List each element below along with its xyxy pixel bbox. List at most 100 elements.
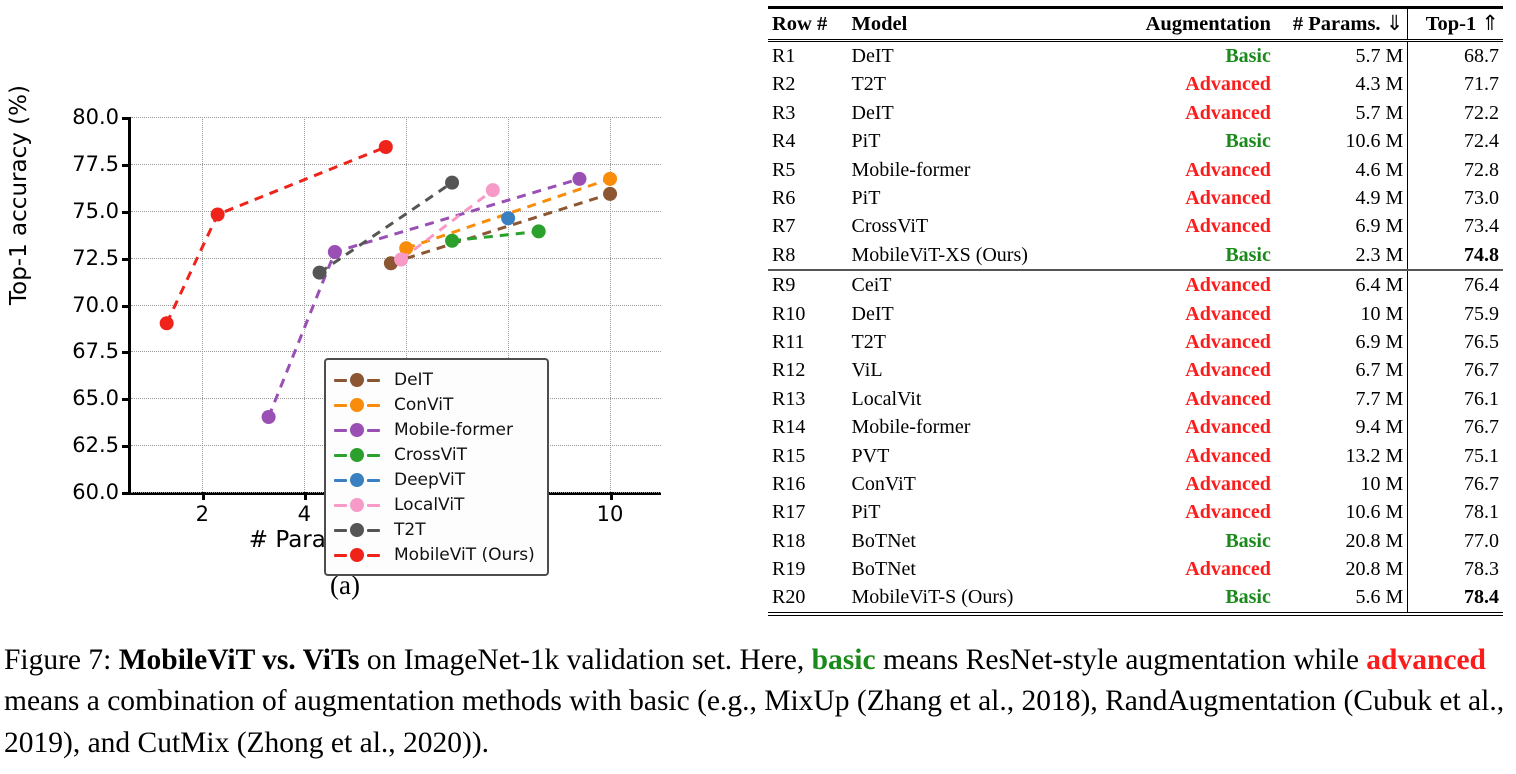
legend-item[interactable]: DeepViT [334,467,535,492]
y-tick-label: 77.5 [72,151,119,176]
cell-top1: 78.1 [1407,498,1503,527]
cell-params: 5.7 M [1274,39,1408,71]
cell-augmentation: Basic [1098,39,1275,71]
legend-marker-icon [334,422,380,437]
legend-label: MobileViT (Ours) [394,544,535,565]
table-row: R5 Mobile-former Advanced 4.6 M 72.8 [768,155,1503,184]
table-row: R15 PVT Advanced 13.2 M 75.1 [768,441,1503,470]
y-tick-label: 62.5 [72,433,119,458]
table-head: Row # Model Augmentation # Params. ⇓ Top… [768,5,1503,42]
legend-marker-icon [334,547,380,562]
legend-item[interactable]: LocalViT [334,492,535,517]
cell-augmentation: Advanced [1185,187,1271,209]
cell-model: MobileViT-S (Ours) [847,583,1099,616]
table-row: R4 PiT Basic 10.6 M 72.4 [768,127,1503,156]
data-point [159,316,174,331]
cell-model: DeIT [851,302,894,325]
scatter-chart: Top-1 accuracy (%) 60.0 62.5 65.0 67.5 70.0 7… [6,85,710,576]
data-point [327,245,342,259]
table-row: R6 PiT Advanced 4.9 M 73.0 [768,184,1503,213]
legend-label: DeIT [394,369,433,390]
cell-params: 7.7 M [1355,387,1404,410]
legend-item[interactable]: DeIT [334,367,535,392]
cell-augmentation: Basic [1225,529,1271,552]
cell-augmentation: Advanced [1185,501,1271,524]
y-tick-label: 75.0 [72,198,119,223]
cell-row-number: R17 [772,501,806,524]
cell-augmentation: Advanced [1185,387,1271,410]
cell-params: 5.7 M [1355,101,1404,124]
data-point [572,171,587,186]
legend-item[interactable]: ConViT [334,392,535,417]
cell-model: PiT [851,187,881,209]
cell-model: PiT [851,501,881,524]
cell-params: 2.3 M [1274,240,1408,272]
params-header-text: # Params. [1292,13,1381,35]
cell-augmentation: Basic [1098,240,1275,272]
legend-item[interactable]: Mobile-former [334,417,535,442]
table-row: R9 CeiT Advanced 6.4 M 76.4 [768,270,1503,300]
cell-top1: 76.7 [1407,356,1503,385]
figure-caption: Figure 7: MobileViT vs. ViTs on ImageNet… [4,640,1512,764]
legend-marker-icon [334,497,380,512]
x-tick-label: 4 [297,502,311,526]
cell-model: BoTNet [851,529,916,552]
y-tick-label: 80.0 [72,105,119,129]
cell-params: 20.8 M [1345,558,1404,581]
legend-marker-icon [334,472,380,487]
cell-augmentation: Advanced [1185,101,1271,124]
legend-label: CrossViT [394,444,467,465]
column-header-model: Model [847,5,1099,42]
cell-row-number: R20 [768,583,848,616]
cell-params: 5.6 M [1274,583,1408,616]
cell-augmentation: Basic [1225,130,1271,153]
cell-augmentation: Advanced [1185,359,1271,382]
legend-item[interactable]: MobileViT (Ours) [334,542,535,567]
cell-augmentation: Advanced [1185,302,1271,325]
data-point [261,410,276,424]
cell-model: T2T [851,330,886,353]
legend-item[interactable]: T2T [334,517,535,542]
table-row: R18 BoTNet Basic 20.8 M 77.0 [768,526,1503,556]
caption-part-1: on ImageNet-1k validation set. Here, [359,644,812,676]
cell-model: DeIT [851,101,894,124]
cell-top1: 72.2 [1407,98,1503,128]
cell-row-number: R18 [772,529,806,552]
cell-augmentation: Advanced [1185,472,1271,495]
data-point [445,233,460,248]
cell-model: PVT [851,444,890,467]
legend-label: T2T [394,519,426,540]
cell-params: 10 M [1360,302,1404,325]
cell-row-number: R8 [768,240,848,272]
table-row: R20 MobileViT-S (Ours) Basic 5.6 M 78.4 [768,583,1503,616]
table-row: R14 Mobile-former Advanced 9.4 M 76.7 [768,413,1503,442]
cell-row-number: R6 [772,187,796,209]
cell-params: 10.6 M [1345,501,1404,524]
table-row: R10 DeIT Advanced 10 M 75.9 [768,299,1503,328]
cell-top1: 77.0 [1407,526,1503,556]
table-header-row: Row # Model Augmentation # Params. ⇓ Top… [768,5,1503,42]
y-tick-label: 70.0 [72,292,119,317]
caption-part-3: means a combination of augmentation meth… [4,685,1505,759]
data-point [485,183,500,198]
series-line-mobilevit-ours [165,145,387,324]
table-row: R19 BoTNet Advanced 20.8 M 78.3 [768,555,1503,584]
cell-augmentation: Advanced [1185,416,1271,439]
cell-augmentation: Basic [1098,583,1275,616]
cell-params: 6.4 M [1355,274,1404,297]
results-table: Row # Model Augmentation # Params. ⇓ Top… [768,5,1503,616]
table-row: R8 MobileViT-XS (Ours) Basic 2.3 M 74.8 [768,240,1503,272]
cell-row-number: R11 [772,330,805,353]
legend-item[interactable]: CrossViT [334,442,535,467]
cell-augmentation: Advanced [1185,215,1271,238]
cell-top1: 76.5 [1407,327,1503,357]
cell-row-number: R1 [768,39,848,71]
x-tick-label: 10 [596,502,624,526]
legend-label: LocalViT [394,494,465,515]
cell-top1: 68.7 [1407,39,1503,71]
cell-augmentation: Advanced [1185,330,1271,353]
cell-top1: 72.4 [1407,127,1503,156]
series-line-crossvit [451,229,539,243]
cell-row-number: R15 [772,444,806,467]
cell-top1: 78.4 [1407,583,1503,616]
